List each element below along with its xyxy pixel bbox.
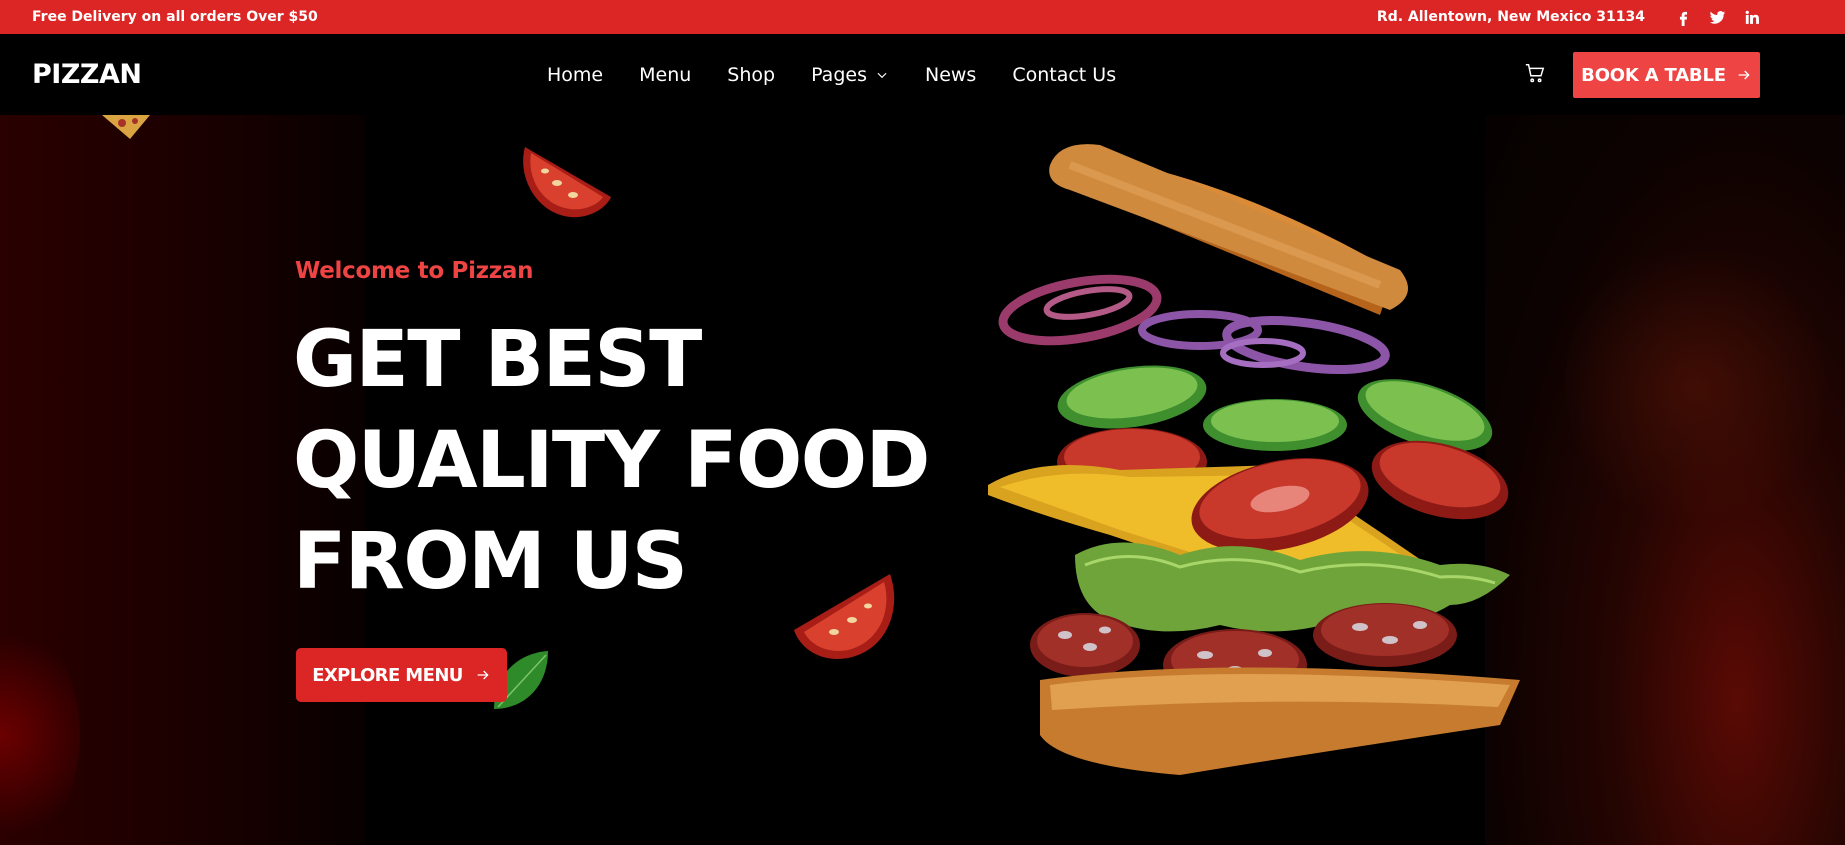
site-logo[interactable]: PIZZAN <box>32 59 142 90</box>
explore-menu-label: EXPLORE MENU <box>312 664 463 686</box>
explore-menu-button[interactable]: EXPLORE MENU <box>296 648 507 702</box>
headline-line-1: GET BEST <box>293 315 702 405</box>
twitter-icon[interactable] <box>1707 7 1727 27</box>
main-header: PIZZAN Home Menu Shop Pages News Contact… <box>0 34 1845 115</box>
chevron-down-icon <box>877 72 887 78</box>
nav-shop[interactable]: Shop <box>727 64 775 86</box>
book-table-label: BOOK A TABLE <box>1581 64 1726 86</box>
tomato-slice-decoration <box>523 147 611 218</box>
hero-headline: GET BEST QUALITY FOOD FROM US <box>293 310 933 613</box>
nav-shop-label: Shop <box>727 63 776 86</box>
nav-contact-label: Contact Us <box>1012 63 1117 86</box>
facebook-icon[interactable] <box>1673 7 1693 27</box>
pizza-slice-decoration <box>102 115 150 139</box>
promo-text: Free Delivery on all orders Over $50 <box>32 9 318 25</box>
welcome-subtitle: Welcome to Pizzan <box>295 258 534 284</box>
main-nav: Home Menu Shop Pages News Contact Us <box>547 34 1152 115</box>
nav-menu-label: Menu <box>639 63 692 86</box>
nav-news-label: News <box>924 63 977 86</box>
arrow-right-icon <box>477 670 489 680</box>
linkedin-icon[interactable] <box>1741 7 1761 27</box>
nav-home-label: Home <box>547 63 604 86</box>
nav-pages-label: Pages <box>811 63 867 86</box>
book-table-button[interactable]: BOOK A TABLE <box>1573 52 1760 98</box>
arrow-right-icon <box>1738 70 1750 80</box>
nav-news[interactable]: News <box>925 64 976 86</box>
sandwich-illustration <box>988 144 1520 775</box>
cart-icon[interactable] <box>1524 62 1548 86</box>
headline-line-2: QUALITY FOOD <box>293 416 930 506</box>
top-bar-right: Rd. Allentown, New Mexico 31134 <box>1377 7 1813 27</box>
address-text: Rd. Allentown, New Mexico 31134 <box>1376 9 1645 25</box>
top-bar: Free Delivery on all orders Over $50 Rd.… <box>0 0 1845 34</box>
nav-contact[interactable]: Contact Us <box>1012 64 1116 86</box>
headline-line-3: FROM US <box>293 517 688 607</box>
nav-pages[interactable]: Pages <box>811 64 889 86</box>
hero-section: Welcome to Pizzan GET BEST QUALITY FOOD … <box>0 115 1845 845</box>
nav-menu[interactable]: Menu <box>639 64 691 86</box>
nav-home[interactable]: Home <box>547 64 603 86</box>
